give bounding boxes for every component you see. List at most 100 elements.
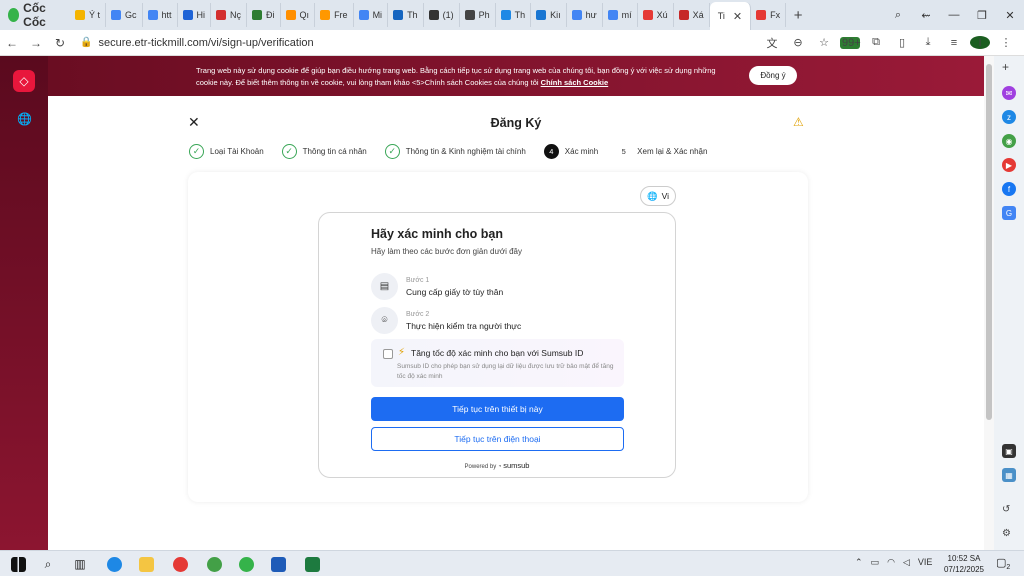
clock-time: 10:52 SA — [947, 554, 981, 563]
browser-tab[interactable]: Ý t — [70, 3, 107, 27]
windows-start-icon[interactable] — [8, 554, 28, 574]
translate-icon[interactable]: 文 — [762, 35, 782, 51]
browser-tab[interactable]: Qı — [281, 3, 316, 27]
file-explorer-icon[interactable] — [136, 554, 156, 574]
step-2-label: Bước 2 — [406, 310, 430, 318]
browser-tab[interactable]: htt — [143, 3, 178, 27]
tab-label: Gc — [125, 10, 137, 20]
game-icon[interactable]: ◉ — [1002, 134, 1016, 148]
tab-favicon-icon — [111, 10, 122, 20]
notification-icon[interactable]: ▢2 — [996, 556, 1010, 571]
sidebar-app-icon[interactable]: ▦ — [1002, 468, 1016, 482]
page-scrollbar[interactable] — [984, 56, 994, 550]
browser-tab[interactable]: Ph — [460, 3, 496, 27]
continue-on-phone-button[interactable]: Tiếp tục trên điện thoại — [371, 427, 624, 451]
extension-badge[interactable]: 99+ — [840, 36, 861, 49]
tab-fx[interactable]: Fx — [751, 3, 787, 27]
split-view-icon[interactable]: ▯ — [892, 36, 912, 49]
scrollbar-thumb[interactable] — [986, 64, 992, 420]
excel-icon[interactable] — [302, 554, 322, 574]
check-circle-icon: ✓ — [189, 144, 204, 159]
youtube-icon[interactable]: ▶ — [1002, 158, 1016, 172]
browser-tab[interactable]: Xú — [638, 3, 674, 27]
browser-tab[interactable]: Đi — [247, 3, 281, 27]
tab-favicon-icon — [678, 10, 689, 20]
browser-tab[interactable]: Kiı — [531, 3, 567, 27]
browser-tab[interactable]: mí — [603, 3, 638, 27]
new-tab-plus-icon[interactable]: + — [786, 7, 810, 24]
battery-icon[interactable]: ▭ — [871, 557, 880, 568]
edge-icon[interactable] — [104, 554, 124, 574]
tab-close-icon[interactable]: ✕ — [733, 10, 742, 23]
maximize-icon[interactable]: ❐ — [968, 9, 996, 22]
task-view-icon[interactable]: ▥ — [70, 554, 90, 574]
download-icon[interactable]: ⤓ — [918, 36, 938, 49]
window-close-icon[interactable]: ✕ — [996, 9, 1024, 22]
browser-tab[interactable]: (1) — [424, 3, 460, 27]
minimize-icon[interactable]: — — [940, 9, 968, 21]
back-arrow-icon[interactable]: ← — [0, 36, 24, 50]
browser-tab[interactable]: Hi — [178, 3, 212, 27]
messenger-icon[interactable]: ✉ — [1002, 86, 1016, 100]
browser-brand[interactable]: Cốc Cốc — [0, 0, 70, 30]
continue-on-device-button[interactable]: Tiếp tục trên thiết bị này — [371, 397, 624, 421]
reload-icon[interactable]: ↻ — [48, 36, 72, 50]
tab-label: (1) — [442, 10, 454, 20]
address-bar: ← → ↻ 🔒 secure.etr-tickmill.com/vi/sign-… — [0, 30, 1024, 56]
input-language[interactable]: VIE — [918, 557, 933, 568]
tab-label: Xú — [656, 10, 668, 20]
clock[interactable]: 10:52 SA 07/12/2025 — [942, 553, 986, 575]
language-selector[interactable]: 🌐 Vi — [640, 186, 676, 206]
chrome-icon[interactable] — [170, 554, 190, 574]
menu-dots-icon[interactable]: ⋮ — [996, 36, 1016, 49]
warning-icon[interactable]: ⚠ — [793, 115, 804, 129]
tab-label: Fre — [334, 10, 348, 20]
sumsub-id-checkbox[interactable] — [383, 349, 393, 359]
cookie-agree-button[interactable]: Đồng ý — [749, 66, 797, 85]
forward-arrow-icon[interactable]: → — [24, 36, 48, 50]
url-text: secure.etr-tickmill.com/vi/sign-up/verif… — [98, 36, 314, 49]
chevron-up-icon[interactable]: ⌃ — [855, 557, 863, 568]
tab-label: Ph — [478, 10, 490, 20]
zalo-icon[interactable]: z — [1002, 110, 1016, 124]
tab-search-icon[interactable]: ⌕ — [884, 9, 912, 22]
tickmill-logo-icon[interactable]: ◇ — [13, 70, 35, 92]
search-icon[interactable]: ⌕ — [38, 554, 58, 574]
browser-tab[interactable]: Th — [388, 3, 424, 27]
volume-icon[interactable]: ◁ — [903, 557, 910, 568]
zoom-icon[interactable]: ⊖ — [788, 36, 808, 49]
word-icon[interactable] — [268, 554, 288, 574]
sidebar-settings-icon[interactable]: ⚙ — [1002, 528, 1011, 539]
browser-tab[interactable]: Mi — [354, 3, 389, 27]
browser-tab[interactable]: hư — [567, 3, 603, 27]
browser-tab[interactable]: Fre — [315, 3, 354, 27]
back-history-icon[interactable]: ⇜ — [912, 9, 940, 22]
history-icon[interactable]: ↺ — [1002, 504, 1010, 515]
browser-tab[interactable]: Xá — [674, 3, 710, 27]
browser-tab[interactable]: Gc — [106, 3, 143, 27]
sidebar-add-icon[interactable]: + — [1002, 60, 1009, 74]
extensions-puzzle-icon[interactable]: ⧉ — [866, 36, 886, 49]
tab-label: Th — [407, 10, 418, 20]
profile-avatar[interactable]: I — [970, 36, 990, 49]
facebook-icon[interactable]: f — [1002, 182, 1016, 196]
sidebar-app-icon[interactable]: ▣ — [1002, 444, 1016, 458]
reading-list-icon[interactable]: ≡ — [944, 37, 964, 49]
url-field[interactable]: 🔒 secure.etr-tickmill.com/vi/sign-up/ver… — [80, 37, 740, 49]
tab-label: Hi — [196, 10, 206, 20]
sumsub-verify-card: Hãy xác minh cho bạn Hãy làm theo các bư… — [318, 212, 676, 478]
chrome-icon[interactable] — [204, 554, 224, 574]
globe-icon[interactable]: 🌐 — [17, 112, 32, 126]
sumsub-id-option: ⚡ Tăng tốc độ xác minh cho bạn với Sumsu… — [371, 339, 624, 387]
cookie-banner: Trang web này sử dụng cookie để giúp bạn… — [48, 56, 984, 96]
browser-tab-strip: Cốc Cốc Ý t Gc htt Hi Nç Đi Qı Fre Mi Th (1) Ph Th Ki… — [0, 0, 1024, 30]
globe-icon: 🌐 — [647, 190, 658, 201]
browser-tab[interactable]: Nç — [211, 3, 248, 27]
wifi-icon[interactable]: ◠ — [887, 557, 895, 568]
translate-app-icon[interactable]: G — [1002, 206, 1016, 220]
browser-tab[interactable]: Th — [496, 3, 532, 27]
cookie-policy-link[interactable]: Chính sách Cookie — [541, 78, 609, 87]
bookmark-star-icon[interactable]: ☆ — [814, 36, 834, 49]
active-tab[interactable]: Ti ✕ — [709, 2, 752, 30]
coccoc-icon[interactable] — [236, 554, 256, 574]
